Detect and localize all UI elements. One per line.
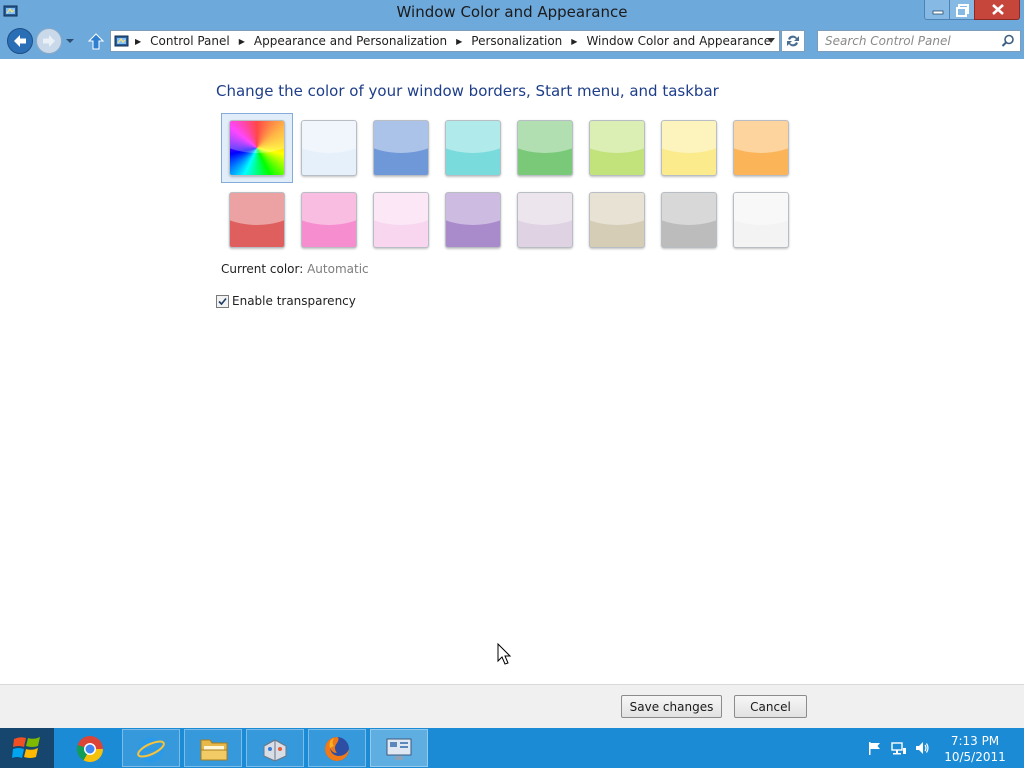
mouse-cursor-icon (497, 643, 512, 665)
transparency-checkbox[interactable] (216, 294, 229, 308)
color-swatch-lime[interactable] (589, 120, 645, 176)
taskbar-internet-explorer[interactable] (122, 729, 180, 767)
restore-icon (956, 4, 969, 17)
current-color: Current color: Automatic (221, 262, 369, 276)
back-button[interactable] (7, 28, 33, 54)
breadcrumb-separator-icon[interactable]: ▶ (571, 37, 577, 46)
breadcrumb-control-panel[interactable]: Control Panel (150, 34, 230, 48)
color-swatch-orange[interactable] (733, 120, 789, 176)
control-panel-icon (114, 35, 129, 47)
cancel-button[interactable]: Cancel (734, 695, 807, 718)
clock-time: 7:13 PM (950, 734, 1000, 748)
restore-button[interactable] (949, 0, 975, 20)
firefox-icon (325, 737, 349, 761)
taskbar-firefox[interactable] (308, 729, 366, 767)
minimize-icon (932, 10, 944, 15)
search-box[interactable] (817, 30, 1021, 52)
search-icon[interactable] (1001, 34, 1015, 48)
taskbar-paint[interactable] (246, 729, 304, 767)
back-arrow-icon (14, 35, 26, 47)
color-swatch-blue[interactable] (373, 120, 429, 176)
forward-arrow-icon (43, 35, 55, 47)
taskbar: 7:13 PM 10/5/2011 (0, 728, 1024, 768)
taskbar-control-panel[interactable] (370, 729, 428, 767)
breadcrumb: ▶ Control Panel ▶ Appearance and Persona… (133, 34, 771, 48)
minimize-button[interactable] (924, 0, 950, 20)
checkmark-icon (218, 297, 227, 305)
refresh-icon (787, 35, 799, 47)
color-swatch-gray[interactable] (661, 192, 717, 248)
color-swatch-automatic[interactable] (229, 120, 285, 176)
color-swatch-light-pink[interactable] (373, 192, 429, 248)
forward-button[interactable] (36, 28, 62, 54)
color-swatch-purple[interactable] (445, 192, 501, 248)
color-swatch-red[interactable] (229, 192, 285, 248)
color-swatch-lavender[interactable] (517, 192, 573, 248)
breadcrumb-window-color-and-appearance[interactable]: Window Color and Appearance (586, 34, 771, 48)
volume-icon[interactable] (914, 740, 930, 756)
close-icon (992, 4, 1004, 15)
breadcrumb-appearance-and-personalization[interactable]: Appearance and Personalization (254, 34, 447, 48)
refresh-button[interactable] (781, 30, 805, 52)
address-history-dropdown-icon[interactable] (767, 38, 775, 43)
internet-explorer-icon (137, 737, 165, 763)
breadcrumb-separator-icon[interactable]: ▶ (239, 37, 245, 46)
chrome-icon (76, 736, 104, 763)
save-changes-button[interactable]: Save changes (621, 695, 722, 718)
navigation-bar: ▶ Control Panel ▶ Appearance and Persona… (0, 24, 1024, 59)
up-level-icon[interactable] (86, 32, 106, 52)
color-swatch-white[interactable] (733, 192, 789, 248)
color-swatch-taupe[interactable] (589, 192, 645, 248)
breadcrumb-separator-icon[interactable]: ▶ (456, 37, 462, 46)
current-color-label: Current color: (221, 262, 304, 276)
close-button[interactable] (974, 0, 1020, 20)
control-panel-icon (386, 738, 412, 760)
breadcrumb-separator-icon[interactable]: ▶ (135, 37, 141, 46)
windows-logo-icon (12, 737, 40, 758)
breadcrumb-personalization[interactable]: Personalization (471, 34, 562, 48)
search-input[interactable] (818, 31, 1005, 51)
color-swatch-teal[interactable] (445, 120, 501, 176)
system-clock[interactable]: 7:13 PM 10/5/2011 (944, 733, 1006, 765)
title-bar: Window Color and Appearance (0, 0, 1024, 24)
dialog-button-bar: Save changes Cancel (0, 684, 1024, 728)
color-swatch-green[interactable] (517, 120, 573, 176)
taskbar-windows-explorer[interactable] (184, 729, 242, 767)
color-swatch-pink[interactable] (301, 192, 357, 248)
network-icon[interactable] (891, 740, 907, 756)
start-button[interactable] (0, 728, 54, 768)
recent-pages-dropdown-icon[interactable] (64, 36, 76, 46)
paint-icon (263, 739, 287, 762)
folder-icon (200, 739, 228, 761)
action-center-flag-icon[interactable] (867, 740, 883, 756)
color-swatch-yellow[interactable] (661, 120, 717, 176)
clock-date: 10/5/2011 (944, 750, 1006, 764)
page-heading: Change the color of your window borders,… (216, 82, 719, 100)
address-bar[interactable]: ▶ Control Panel ▶ Appearance and Persona… (110, 30, 780, 52)
enable-transparency-option[interactable]: Enable transparency (216, 294, 356, 308)
current-color-value: Automatic (307, 262, 369, 276)
color-swatch-sky[interactable] (301, 120, 357, 176)
window-title: Window Color and Appearance (390, 3, 634, 21)
main-content: Change the color of your window borders,… (0, 60, 1024, 684)
transparency-label[interactable]: Enable transparency (232, 294, 356, 308)
taskbar-chrome[interactable] (61, 729, 119, 767)
